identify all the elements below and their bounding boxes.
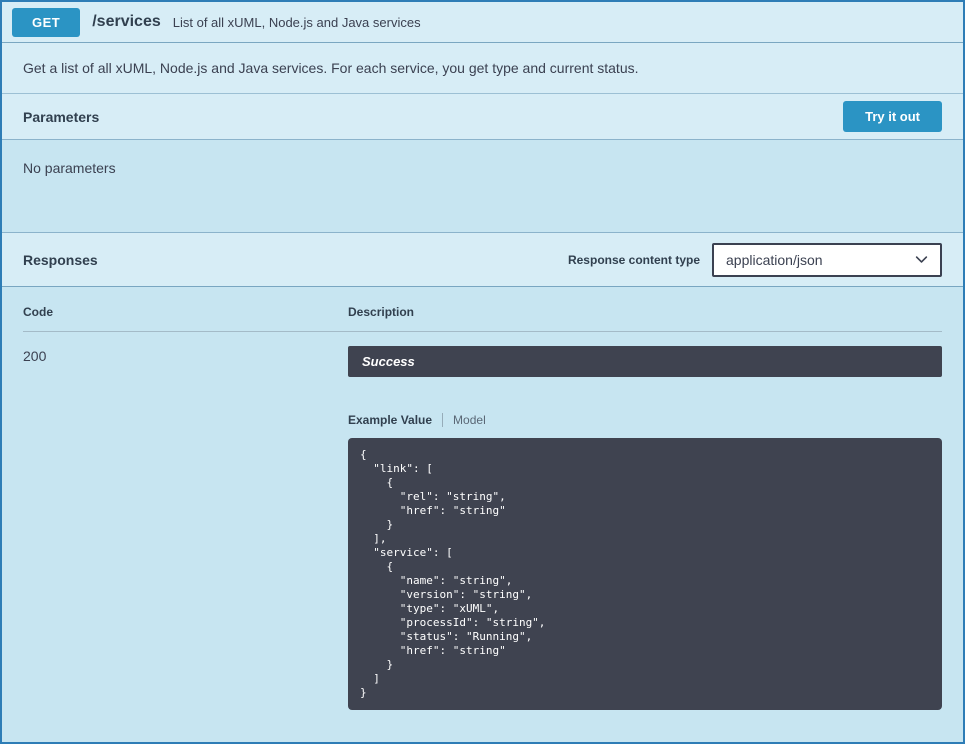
no-parameters-text: No parameters — [23, 160, 942, 176]
tab-example-value[interactable]: Example Value — [348, 413, 432, 427]
selected-content-type: application/json — [726, 252, 823, 268]
parameters-body: No parameters — [2, 140, 963, 232]
code-column-header: Code — [23, 305, 348, 319]
chevron-down-icon — [915, 253, 928, 266]
http-method-badge: GET — [12, 8, 80, 37]
response-row: 200 Success Example Value Model { "link"… — [23, 346, 942, 710]
operation-header[interactable]: GET /services List of all xUML, Node.js … — [2, 2, 963, 43]
try-it-out-button[interactable]: Try it out — [843, 101, 942, 132]
swagger-operation-panel: GET /services List of all xUML, Node.js … — [0, 0, 965, 744]
response-code: 200 — [23, 346, 348, 710]
endpoint-summary: List of all xUML, Node.js and Java servi… — [173, 15, 421, 30]
parameters-title: Parameters — [23, 109, 99, 125]
response-description-cell: Success Example Value Model { "link": [ … — [348, 346, 942, 710]
endpoint-path: /services — [92, 13, 161, 31]
parameters-section-header: Parameters Try it out — [2, 94, 963, 140]
response-content-type-wrap: Response content type application/json — [568, 243, 942, 277]
example-json-block: { "link": [ { "rel": "string", "href": "… — [348, 438, 942, 710]
responses-body: Code Description 200 Success Example Val… — [2, 287, 963, 742]
responses-title: Responses — [23, 252, 98, 268]
endpoint-description: Get a list of all xUML, Node.js and Java… — [2, 43, 963, 94]
response-content-type-label: Response content type — [568, 253, 700, 267]
example-model-tabs: Example Value Model — [348, 413, 942, 427]
description-column-header: Description — [348, 305, 942, 319]
response-content-type-select[interactable]: application/json — [712, 243, 942, 277]
tab-model[interactable]: Model — [442, 413, 486, 427]
responses-table-header: Code Description — [23, 305, 942, 332]
response-description: Success — [348, 346, 942, 377]
responses-section-header: Responses Response content type applicat… — [2, 232, 963, 287]
